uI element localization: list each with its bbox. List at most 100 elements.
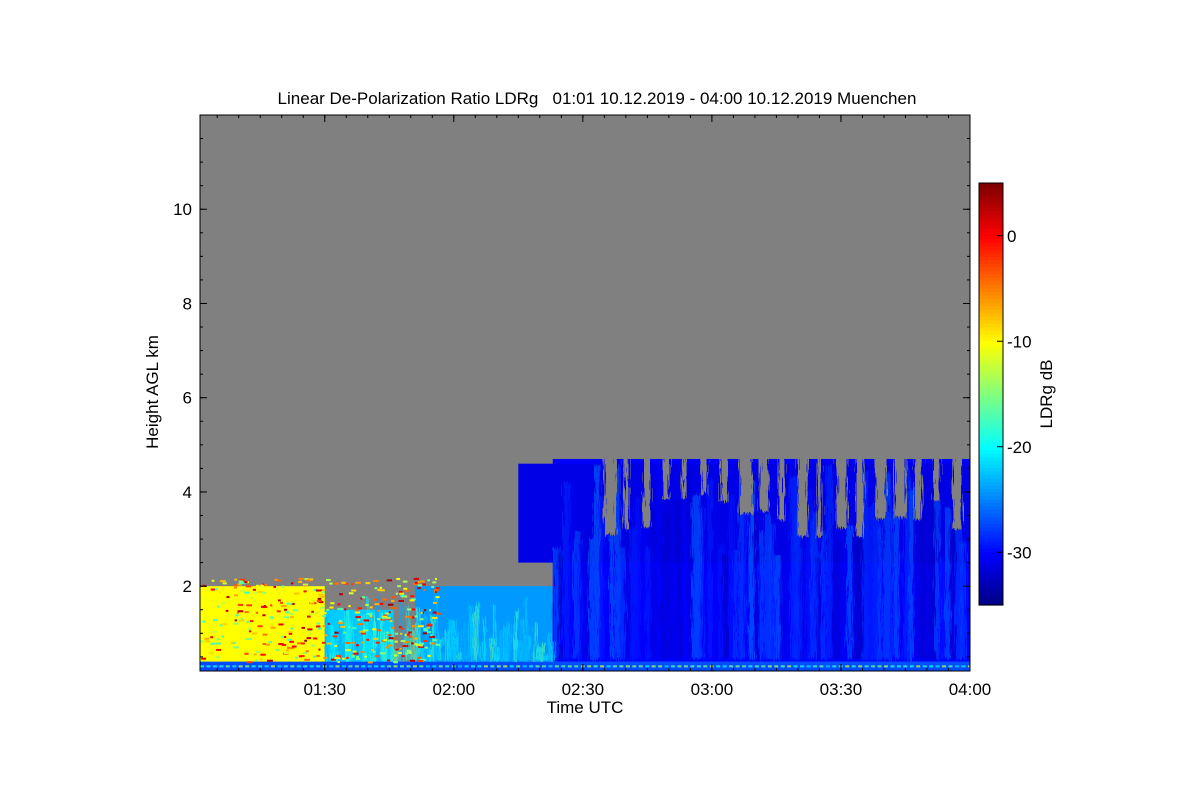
heatmap-speckle — [409, 651, 412, 654]
heatmap-streak — [527, 634, 531, 662]
colorbar-step — [979, 323, 1003, 328]
colorbar-step — [979, 524, 1003, 529]
heatmap-speckle — [417, 660, 424, 663]
heatmap-speckle — [252, 591, 258, 594]
colorbar-step — [979, 186, 1003, 191]
heatmap-speckle — [216, 638, 220, 641]
colorbar-step — [979, 495, 1003, 501]
heatmap-speckle — [367, 661, 373, 664]
heatmap-speckle — [235, 614, 239, 617]
heatmap-speckle — [257, 625, 263, 628]
colorbar-step — [979, 362, 1003, 367]
heatmap-speckle — [296, 665, 301, 668]
colorbar-step — [979, 207, 1003, 212]
heatmap-speckle — [361, 641, 365, 644]
heatmap-streak — [458, 653, 462, 662]
heatmap-speckle — [308, 613, 313, 616]
heatmap-speckle — [380, 665, 385, 668]
heatmap-speckle — [373, 637, 379, 640]
heatmap-speckle — [338, 620, 343, 623]
heatmap-streak — [445, 630, 449, 662]
heatmap-speckle — [435, 596, 440, 599]
heatmap-speckle — [352, 650, 357, 653]
heatmap-speckle — [278, 643, 284, 646]
colorbar-step — [979, 263, 1003, 268]
colorbar-step — [979, 190, 1003, 195]
colorbar-step — [979, 541, 1003, 546]
heatmap-speckle — [353, 652, 359, 655]
heatmap-speckle — [322, 612, 327, 615]
colorbar-step — [979, 253, 1003, 258]
heatmap-speckle — [883, 665, 888, 668]
heatmap-speckle — [423, 588, 426, 591]
heatmap-speckle — [210, 636, 214, 639]
heatmap-streak — [524, 598, 528, 662]
heatmap-streak — [723, 553, 729, 660]
heatmap-streak — [743, 491, 749, 660]
heatmap-speckle — [291, 636, 297, 639]
heatmap-speckle — [246, 661, 253, 664]
heatmap-speckle — [399, 592, 405, 595]
heatmap-speckle — [683, 665, 688, 668]
heatmap-speckle — [200, 640, 205, 643]
heatmap-speckle — [380, 589, 385, 592]
heatmap-speckle — [283, 651, 289, 654]
ldr-chart: Linear De-Polarization Ratio LDRg 01:01 … — [143, 89, 1056, 717]
colorbar-step — [979, 390, 1003, 395]
heatmap-speckle — [341, 665, 346, 668]
heatmap-speckle — [398, 652, 402, 655]
heatmap-speckle — [213, 619, 218, 622]
heatmap-speckle — [302, 583, 309, 586]
heatmap-speckle — [350, 583, 354, 586]
heatmap-speckle — [287, 646, 290, 649]
colorbar-step — [979, 457, 1003, 462]
heatmap-streak — [465, 621, 469, 662]
colorbar-step — [979, 453, 1003, 458]
heatmap-speckle — [903, 665, 908, 668]
heatmap-speckle — [399, 632, 403, 635]
heatmap-speckle — [306, 579, 310, 582]
heatmap-speckle — [340, 625, 346, 628]
heatmap-gap — [817, 454, 822, 537]
heatmap-speckle — [638, 665, 643, 668]
heatmap-speckle — [264, 665, 269, 668]
heatmap-speckle — [427, 654, 431, 657]
heatmap-speckle — [388, 634, 392, 637]
heatmap-streak — [431, 615, 435, 662]
heatmap-speckle — [430, 634, 433, 637]
heatmap-speckle — [434, 590, 437, 593]
heatmap-speckle — [384, 612, 390, 615]
heatmap-streak — [544, 654, 548, 662]
heatmap-speckle — [458, 665, 463, 668]
heatmap-speckle — [334, 631, 339, 634]
heatmap-streak — [759, 530, 764, 660]
heatmap-speckle — [234, 619, 237, 622]
heatmap-speckle — [422, 583, 426, 586]
heatmap-streak — [462, 622, 466, 662]
heatmap-speckle — [418, 625, 424, 628]
heatmap-streak — [645, 545, 650, 660]
heatmap-streak — [934, 486, 940, 660]
colorbar-step — [979, 411, 1003, 416]
heatmap-streak — [686, 469, 693, 660]
heatmap-speckle — [357, 618, 361, 621]
heatmap-speckle — [248, 622, 251, 625]
colorbar-step — [979, 299, 1003, 304]
heatmap-speckle — [286, 649, 289, 652]
heatmap-speckle — [406, 665, 411, 668]
heatmap-speckle — [909, 665, 914, 668]
heatmap-speckle — [374, 655, 380, 658]
heatmap-speckle — [217, 605, 220, 608]
heatmap-speckle — [364, 655, 368, 658]
colorbar-step — [979, 552, 1003, 557]
colorbar-step — [979, 267, 1003, 272]
heatmap-speckle — [806, 665, 811, 668]
heatmap-speckle — [210, 630, 217, 633]
heatmap-speckle — [337, 603, 341, 606]
heatmap-speckle — [373, 598, 378, 601]
heatmap-speckle — [374, 665, 379, 668]
heatmap-speckle — [268, 641, 273, 644]
heatmap-speckle — [406, 649, 411, 652]
heatmap-speckle — [275, 649, 279, 652]
colorbar-tick-label: -10 — [1007, 332, 1032, 351]
